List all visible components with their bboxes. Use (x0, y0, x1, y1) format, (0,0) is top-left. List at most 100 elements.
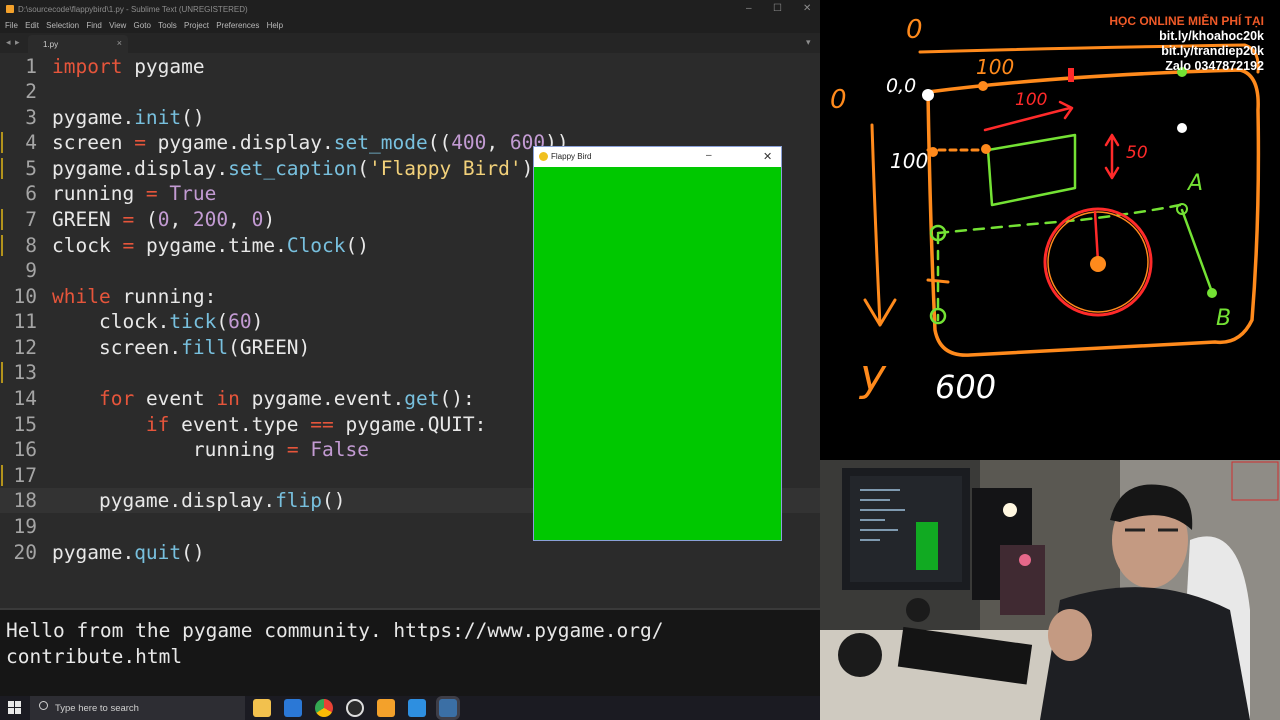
menu-tools[interactable]: Tools (158, 19, 177, 33)
build-output-panel[interactable]: Hello from the pygame community. https:/… (0, 608, 820, 698)
function-name: set_mode (333, 131, 428, 154)
code-text: ( (134, 208, 158, 231)
code-text: screen. (52, 336, 182, 359)
line-number: 17 (13, 464, 37, 487)
code-text: (( (427, 131, 452, 154)
keyword: while (52, 285, 111, 308)
sublime-icon[interactable] (377, 699, 395, 717)
operator: = (134, 131, 146, 154)
flappy-bird-window[interactable]: Flappy Bird – ✕ (533, 146, 782, 541)
function-name: set_caption (228, 157, 358, 180)
promo-zalo: Zalo 0347872192 (1165, 59, 1264, 73)
menu-view[interactable]: View (109, 19, 126, 33)
code-text: pygame.display. (52, 489, 276, 512)
line-number: 13 (13, 361, 37, 384)
label-zero-top: 0 (906, 15, 923, 45)
menu-find[interactable]: Find (86, 19, 102, 33)
function-name: tick (169, 310, 217, 333)
vscode-icon[interactable] (408, 699, 426, 717)
title-bar: D:\sourcecode\flappybird\1.py - Sublime … (0, 0, 820, 19)
tab-bar: ◂ ▸ 1.py × ▾ (0, 33, 820, 53)
code-text: screen (52, 131, 135, 154)
tab-label: 1.py (43, 40, 59, 49)
mail-icon[interactable] (284, 699, 302, 717)
code-text: () (345, 234, 370, 257)
menu-edit[interactable]: Edit (25, 19, 39, 33)
line-number: 18 (13, 489, 37, 512)
minimize-button[interactable]: – (746, 3, 752, 14)
code-line: 3 pygame.init() (0, 105, 820, 130)
string-literal: 'Flappy Bird' (369, 157, 522, 180)
menu-preferences[interactable]: Preferences (216, 19, 259, 33)
label-point-a: A (1186, 171, 1203, 196)
number: 400 (451, 131, 487, 154)
flappy-bird-close-button[interactable]: ✕ (763, 150, 772, 163)
label-zero-left: 0 (830, 85, 847, 115)
tab-scroll-left-icon[interactable]: ◂ (6, 37, 11, 48)
promo-link-2: bit.ly/trandiep20k (1161, 44, 1264, 58)
line-number: 20 (13, 541, 37, 564)
line-number: 3 (25, 106, 37, 129)
tab-list-dropdown-icon[interactable]: ▾ (806, 37, 811, 48)
flappy-bird-title-bar[interactable]: Flappy Bird – ✕ (534, 147, 781, 167)
python-icon[interactable] (439, 699, 457, 717)
webcam-scene-image (820, 460, 1280, 720)
function-name: Clock (286, 234, 346, 257)
line-number: 4 (25, 131, 37, 154)
line-number: 2 (25, 80, 37, 103)
operator: = (286, 438, 299, 461)
menu-file[interactable]: File (5, 19, 18, 33)
windows-taskbar: Type here to search (0, 696, 820, 720)
operator: = (122, 234, 135, 257)
menu-help[interactable]: Help (267, 19, 283, 33)
label-100-width: 100 (1015, 90, 1047, 110)
boolean: False (310, 438, 370, 461)
boolean: True (169, 182, 217, 205)
promo-title: HỌC ONLINE MIỄN PHÍ TẠI (1109, 14, 1264, 28)
function-name: init (134, 106, 182, 129)
taskbar-search-box[interactable]: Type here to search (30, 696, 245, 720)
flappy-bird-minimize-button[interactable]: – (706, 150, 712, 161)
line-number: 19 (13, 515, 37, 538)
sublime-app-icon (6, 5, 14, 13)
code-text: pygame. (52, 541, 135, 564)
label-y-axis: y (858, 350, 887, 401)
flappy-bird-window-title: Flappy Bird (551, 152, 592, 161)
chrome-icon[interactable] (315, 699, 333, 717)
number: 0 (251, 208, 264, 231)
menu-selection[interactable]: Selection (46, 19, 79, 33)
number: 60 (228, 310, 252, 333)
code-text: () (181, 541, 205, 564)
line-number: 9 (25, 259, 37, 282)
tab-scroll-right-icon[interactable]: ▸ (15, 37, 20, 48)
game-canvas[interactable] (534, 167, 781, 540)
function-name: flip (275, 489, 323, 512)
label-50-height: 50 (1126, 143, 1148, 163)
number: 200 (192, 208, 229, 231)
tab-close-icon[interactable]: × (117, 38, 122, 48)
code-line: 20 pygame.quit() (0, 540, 820, 565)
windows-start-button[interactable] (8, 701, 22, 715)
code-text: event.type (169, 413, 311, 436)
promo-link-1: bit.ly/khoahoc20k (1159, 29, 1264, 43)
code-text: () (181, 106, 205, 129)
line-number: 6 (25, 182, 37, 205)
console-line: Hello from the pygame community. https:/… (6, 619, 664, 642)
menu-project[interactable]: Project (184, 19, 209, 33)
maximize-button[interactable]: ☐ (773, 3, 782, 14)
close-button[interactable]: ✕ (803, 3, 811, 14)
code-line: 1 import pygame (0, 54, 820, 79)
file-explorer-icon[interactable] (253, 699, 271, 717)
code-text: ( (216, 310, 229, 333)
menu-goto[interactable]: Goto (134, 19, 151, 33)
tab-1py[interactable]: 1.py × (28, 35, 128, 53)
keyword: for (98, 387, 135, 410)
code-text: GREEN (52, 208, 123, 231)
obs-icon[interactable] (346, 699, 364, 717)
search-icon (39, 701, 48, 710)
code-text: (): (439, 387, 475, 410)
console-line: contribute.html (6, 645, 183, 668)
